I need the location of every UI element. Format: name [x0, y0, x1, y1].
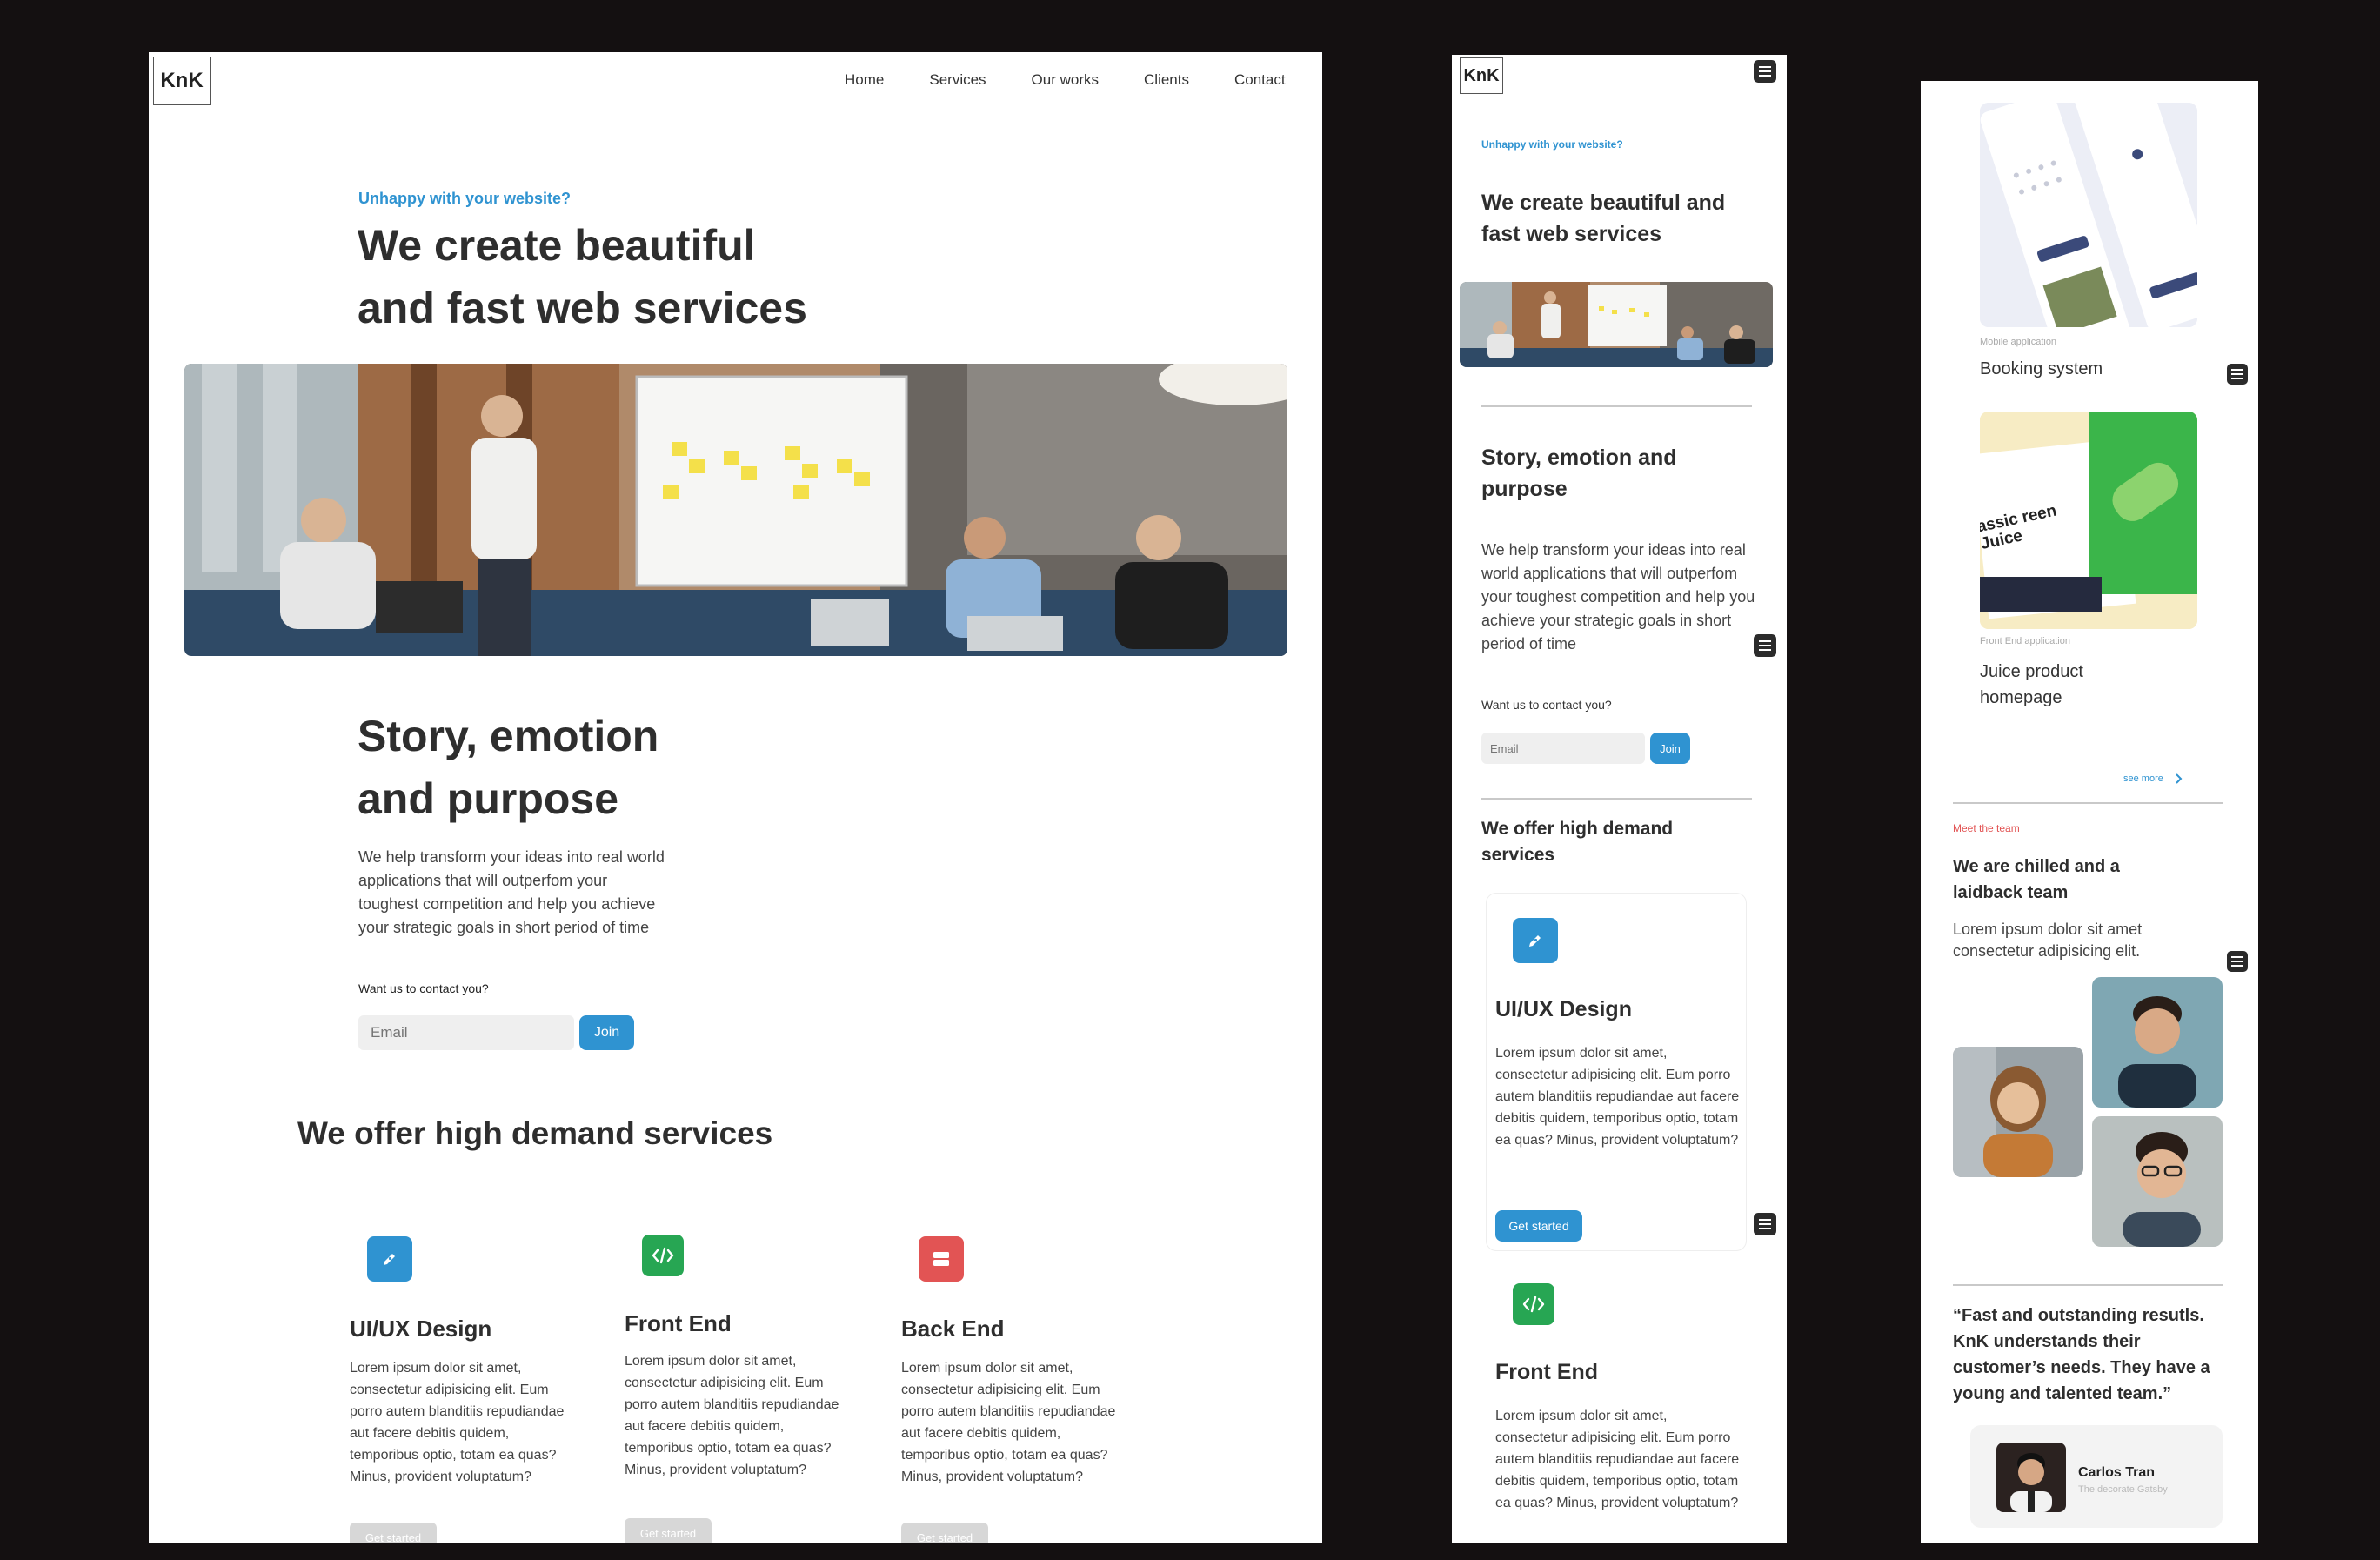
nav-home[interactable]: Home [845, 71, 884, 89]
team-body: Lorem ipsum dolor sit amet consectetur a… [1953, 921, 2143, 960]
code-icon [1513, 1283, 1554, 1325]
get-started-button-uiux-mobile[interactable]: Get started [1495, 1210, 1582, 1242]
hero-image [184, 364, 1287, 656]
logo[interactable]: KnK [153, 57, 211, 105]
team-photo-man-1 [2092, 977, 2223, 1108]
pen-icon [367, 1236, 412, 1282]
team-eyebrow: Meet the team [1953, 822, 2020, 834]
hero-title-line-2: and fast web services [358, 284, 807, 332]
get-started-button-frontend[interactable]: Get started [625, 1518, 712, 1543]
services-heading-mobile: We offer high demand services [1481, 819, 1674, 865]
team-photo-woman [1953, 1047, 2083, 1177]
service-title-frontend-mobile: Front End [1495, 1360, 1599, 1384]
story-body-mobile: We help transform your ideas into real w… [1481, 541, 1755, 653]
story-title-mobile: Story, emotion and purpose [1481, 445, 1677, 501]
main-nav: Home Services Our works Clients Contact [845, 71, 1286, 89]
email-input-mobile[interactable] [1481, 733, 1645, 764]
chevron-right-icon [2176, 773, 2183, 784]
nav-contact[interactable]: Contact [1234, 71, 1286, 89]
contact-prompt: Want us to contact you? [358, 981, 489, 995]
team-meeting-illustration-mobile [1460, 282, 1773, 367]
menu-icon[interactable] [2227, 951, 2248, 972]
hero-title-mobile: We create beautiful and fast web service… [1481, 191, 1726, 246]
menu-icon[interactable] [2227, 364, 2248, 385]
get-started-button-uiux[interactable]: Get started [350, 1523, 437, 1543]
hamburger-menu-icon[interactable] [1754, 60, 1776, 83]
hero-title-line-1: We create beautiful [358, 221, 756, 270]
hero-eyebrow: Unhappy with your website? [358, 190, 572, 207]
hero-title: We create beautiful and fast web service… [358, 214, 807, 339]
divider [1953, 802, 2223, 804]
server-icon [919, 1236, 964, 1282]
service-desc-frontend-mobile: Lorem ipsum dolor sit amet, consectetur … [1495, 1409, 1740, 1510]
email-input[interactable] [358, 1015, 574, 1050]
nav-services[interactable]: Services [929, 71, 986, 89]
services-heading: We offer high demand services [298, 1115, 773, 1151]
divider [1481, 405, 1752, 407]
hero-eyebrow-mobile: Unhappy with your website? [1481, 138, 1623, 151]
mobile-frame-works: Mobile application Booking system assic … [1921, 81, 2258, 1543]
menu-icon[interactable] [1754, 1213, 1776, 1235]
story-title-line-2: and purpose [358, 774, 619, 823]
work-title-booking: Booking system [1980, 359, 2103, 378]
join-button-mobile[interactable]: Join [1650, 733, 1690, 764]
author-role: The decorate Gatsby [2078, 1484, 2168, 1495]
team-title: We are chilled and a laidback team [1953, 857, 2120, 902]
see-more-label: see more [2123, 773, 2163, 784]
nav-clients[interactable]: Clients [1144, 71, 1189, 89]
testimonial-quote: “Fast and outstanding resutls. KnK under… [1953, 1306, 2210, 1403]
booking-system-thumbnail[interactable] [1980, 103, 2197, 327]
service-title-uiux: UI/UX Design [350, 1316, 492, 1342]
nav-our-works[interactable]: Our works [1032, 71, 1099, 89]
testimonial-author-card: Carlos Tran The decorate Gatsby [1970, 1425, 2223, 1528]
service-desc-frontend: Lorem ipsum dolor sit amet, consectetur … [625, 1354, 839, 1477]
divider [1481, 798, 1752, 800]
work-category-juice: Front End application [1980, 636, 2070, 646]
service-title-uiux-mobile: UI/UX Design [1495, 997, 1632, 1021]
service-desc-uiux: Lorem ipsum dolor sit amet, consectetur … [350, 1361, 565, 1484]
hero-image-mobile [1460, 282, 1773, 367]
work-title-juice: Juice product homepage [1980, 662, 2083, 707]
work-category-booking: Mobile application [1980, 337, 2057, 347]
team-meeting-illustration [184, 364, 1287, 656]
author-name: Carlos Tran [2078, 1465, 2156, 1480]
service-title-backend: Back End [901, 1316, 1005, 1342]
story-title: Story, emotion and purpose [358, 705, 659, 830]
email-signup-mobile: Join [1481, 733, 1690, 764]
menu-icon[interactable] [1754, 634, 1776, 657]
mobile-frame-home: KnK Unhappy with your website? We create… [1452, 55, 1787, 1543]
code-icon [642, 1235, 684, 1276]
pen-icon [1513, 918, 1558, 963]
desktop-frame: KnK Home Services Our works Clients Cont… [149, 52, 1322, 1543]
join-button[interactable]: Join [579, 1015, 634, 1050]
story-body: We help transform your ideas into real w… [358, 848, 665, 936]
booking-app-mockup [1980, 103, 2197, 327]
email-signup: Join [358, 1015, 634, 1050]
service-desc-uiux-mobile: Lorem ipsum dolor sit amet, consectetur … [1495, 1046, 1740, 1148]
story-title-line-1: Story, emotion [358, 712, 659, 760]
logo-mobile[interactable]: KnK [1460, 57, 1503, 94]
team-photo-man-2 [2092, 1116, 2223, 1247]
service-title-frontend: Front End [625, 1310, 732, 1336]
contact-prompt-mobile: Want us to contact you? [1481, 698, 1612, 712]
get-started-button-backend[interactable]: Get started [901, 1523, 988, 1543]
avatar [1996, 1443, 2066, 1512]
see-more-link[interactable]: see more [2123, 773, 2183, 784]
divider [1953, 1284, 2223, 1286]
juice-homepage-thumbnail[interactable]: assic reen Juice [1980, 412, 2197, 629]
service-desc-backend: Lorem ipsum dolor sit amet, consectetur … [901, 1361, 1116, 1484]
